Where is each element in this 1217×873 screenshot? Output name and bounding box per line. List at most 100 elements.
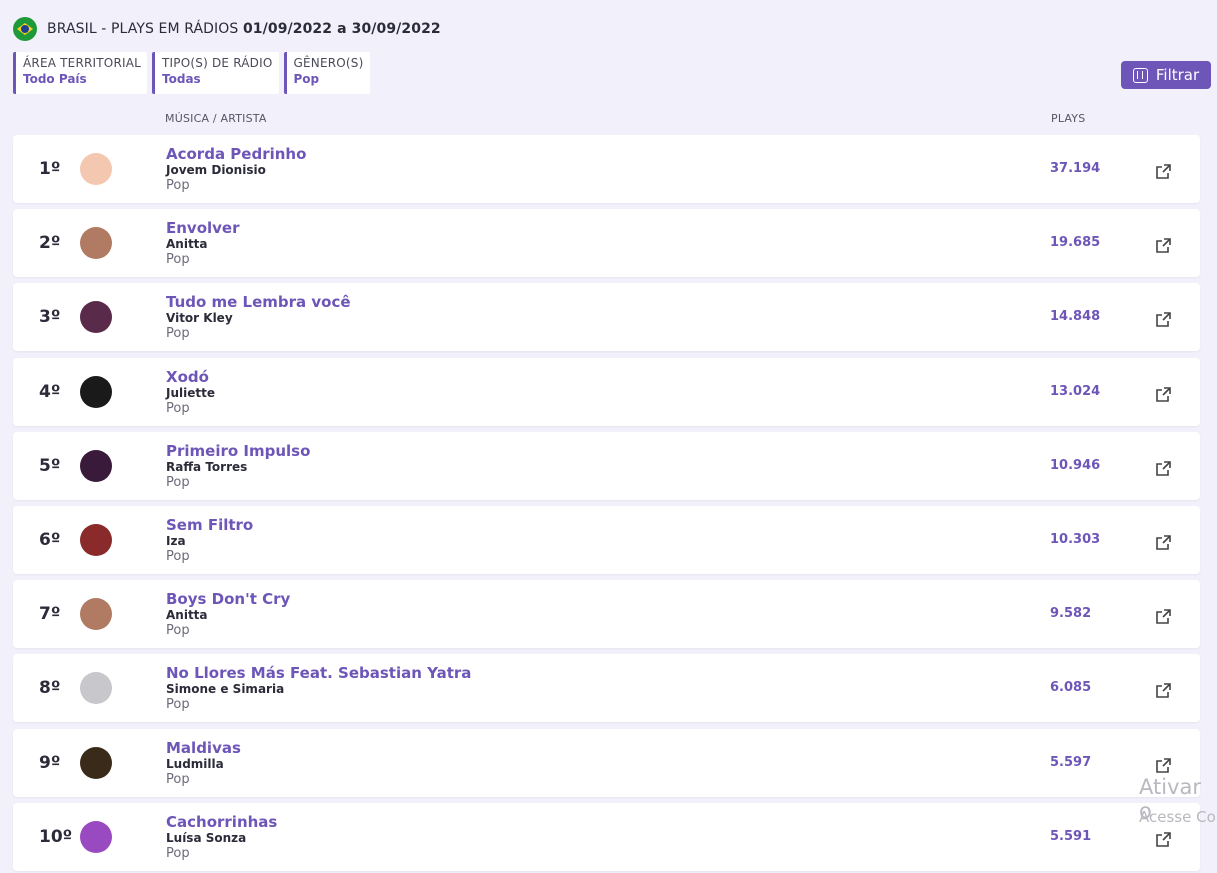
plays-count: 5.591 — [1050, 828, 1092, 844]
ranking-row: 5º Primeiro Impulso Raffa Torres Pop 10.946 — [13, 431, 1200, 500]
brazil-flag-icon — [13, 17, 37, 41]
artist-name: Jovem Dionisio — [166, 163, 266, 177]
ranking-row: 6º Sem Filtro Iza Pop 10.303 — [13, 505, 1200, 574]
external-link-icon[interactable] — [1155, 608, 1172, 625]
rank-position: 5º — [39, 455, 61, 476]
artist-avatar — [80, 153, 112, 185]
artist-avatar — [80, 523, 112, 556]
genre-label: Pop — [166, 623, 190, 639]
song-title: Acorda Pedrinho — [166, 145, 307, 163]
artist-name: Raffa Torres — [166, 459, 248, 474]
date-range: 01/09/2022 a 30/09/2022 — [242, 21, 441, 37]
genre-label: Pop — [166, 252, 190, 268]
song-title: Sem Filtro — [166, 515, 254, 534]
artist-name: Vitor Kley — [166, 311, 233, 326]
rank-position: 1º — [39, 159, 61, 179]
ranking-row: 7º Boys Don't Cry Anitta Pop 9.582 — [13, 580, 1200, 649]
song-title: Tudo me Lembra você — [166, 293, 351, 312]
rank-position: 6º — [39, 529, 61, 550]
rank-position: 7º — [39, 604, 61, 625]
song-title: No Llores Más Feat. Sebastian Yatra — [166, 664, 472, 683]
title-prefix: BRASIL - PLAYS EM RÁDIOS — [47, 21, 239, 37]
ranking-row: 10º Cachorrinhas Luísa Sonza Pop 5.591 — [13, 802, 1200, 871]
rank-position: 2º — [39, 233, 61, 254]
artist-avatar — [80, 227, 112, 260]
filter-value: Todas — [162, 72, 201, 86]
song-title: Boys Don't Cry — [166, 590, 291, 609]
artist-avatar — [80, 449, 112, 482]
plays-count: 14.848 — [1050, 309, 1101, 325]
plays-count: 37.194 — [1050, 161, 1101, 176]
external-link-icon[interactable] — [1155, 460, 1172, 477]
plays-count: 9.582 — [1050, 606, 1092, 622]
external-link-icon[interactable] — [1155, 757, 1172, 774]
external-link-icon[interactable] — [1155, 237, 1172, 254]
filter-button-label: Filtrar — [1155, 66, 1200, 84]
plays-count: 6.085 — [1050, 680, 1092, 696]
genre-label: Pop — [166, 771, 190, 787]
external-link-icon[interactable] — [1155, 831, 1172, 848]
activation-watermark-subtitle: Acesse Co — [1139, 808, 1216, 826]
song-title: Cachorrinhas — [166, 812, 278, 831]
plays-count: 10.303 — [1050, 531, 1101, 547]
song-title: Maldivas — [166, 738, 241, 757]
filter-label: GÊNERO(S) — [293, 56, 364, 70]
rank-position: 9º — [39, 752, 61, 773]
artist-avatar — [80, 746, 112, 779]
artist-name: Ludmilla — [166, 756, 224, 771]
rank-position: 10º — [39, 826, 73, 847]
artist-name: Anitta — [166, 237, 208, 252]
genre-label: Pop — [166, 697, 190, 713]
filter-value: Todo País — [23, 72, 87, 86]
ranking-row: 2º Envolver Anitta Pop 19.685 — [13, 209, 1200, 278]
filter-label: ÁREA TERRITORIAL — [23, 56, 142, 70]
song-title: Primeiro Impulso — [166, 441, 311, 460]
external-link-icon[interactable] — [1155, 163, 1172, 180]
genre-label: Pop — [166, 326, 190, 342]
plays-count: 19.685 — [1050, 235, 1101, 251]
song-title: Envolver — [166, 219, 240, 238]
rank-position: 3º — [39, 307, 61, 328]
genre-label: Pop — [166, 400, 190, 416]
plays-count: 10.946 — [1050, 457, 1101, 473]
song-title: Xodó — [166, 367, 209, 386]
filter-area: ÁREA TERRITORIAL Todo País — [13, 52, 148, 94]
filter-value: Pop — [293, 72, 320, 86]
artist-avatar — [80, 301, 112, 334]
column-header-plays: PLAYS — [1051, 112, 1086, 125]
external-link-icon[interactable] — [1155, 682, 1172, 699]
genre-label: Pop — [166, 845, 190, 861]
artist-name: Luísa Sonza — [166, 830, 247, 845]
artist-avatar — [80, 820, 112, 853]
external-link-icon[interactable] — [1155, 534, 1172, 551]
ranking-row: 4º Xodó Juliette Pop 13.024 — [13, 357, 1200, 426]
genre-label: Pop — [166, 178, 190, 193]
artist-avatar — [80, 672, 112, 705]
ranking-list: 1º Acorda Pedrinho Jovem Dionisio Pop 37.194… — [13, 135, 1200, 873]
artist-name: Anitta — [166, 608, 208, 623]
plays-count: 5.597 — [1050, 754, 1092, 770]
artist-name: Simone e Simaria — [166, 682, 285, 697]
artist-name: Iza — [166, 533, 186, 548]
genre-label: Pop — [166, 474, 190, 490]
filter-summary: ÁREA TERRITORIAL Todo País TIPO(S) DE RÁ… — [13, 52, 370, 94]
rank-position: 8º — [39, 678, 61, 699]
ranking-row: 1º Acorda Pedrinho Jovem Dionisio Pop 37.194 — [13, 135, 1200, 203]
artist-name: Juliette — [166, 385, 215, 400]
external-link-icon[interactable] — [1155, 311, 1172, 328]
column-header-song-artist: MÚSICA / ARTISTA — [165, 112, 267, 125]
ranking-row: 8º No Llores Más Feat. Sebastian Yatra Sim… — [13, 654, 1200, 723]
sliders-icon — [1132, 67, 1148, 83]
ranking-row: 9º Maldivas Ludmilla Pop 5.597 — [13, 728, 1200, 797]
filter-label: TIPO(S) DE RÁDIO — [162, 56, 273, 70]
ranking-row: 3º Tudo me Lembra você Vitor Kley Pop 14.848 — [13, 283, 1200, 352]
external-link-icon[interactable] — [1155, 386, 1172, 403]
artist-avatar — [80, 598, 112, 631]
plays-count: 13.024 — [1050, 383, 1101, 399]
rank-position: 4º — [39, 381, 61, 402]
filter-button[interactable]: Filtrar — [1121, 61, 1211, 89]
page-title: BRASIL - PLAYS EM RÁDIOS 01/09/2022 a 30… — [47, 21, 441, 37]
filter-genre: GÊNERO(S) Pop — [283, 52, 370, 94]
genre-label: Pop — [166, 548, 190, 564]
artist-avatar — [80, 375, 112, 408]
